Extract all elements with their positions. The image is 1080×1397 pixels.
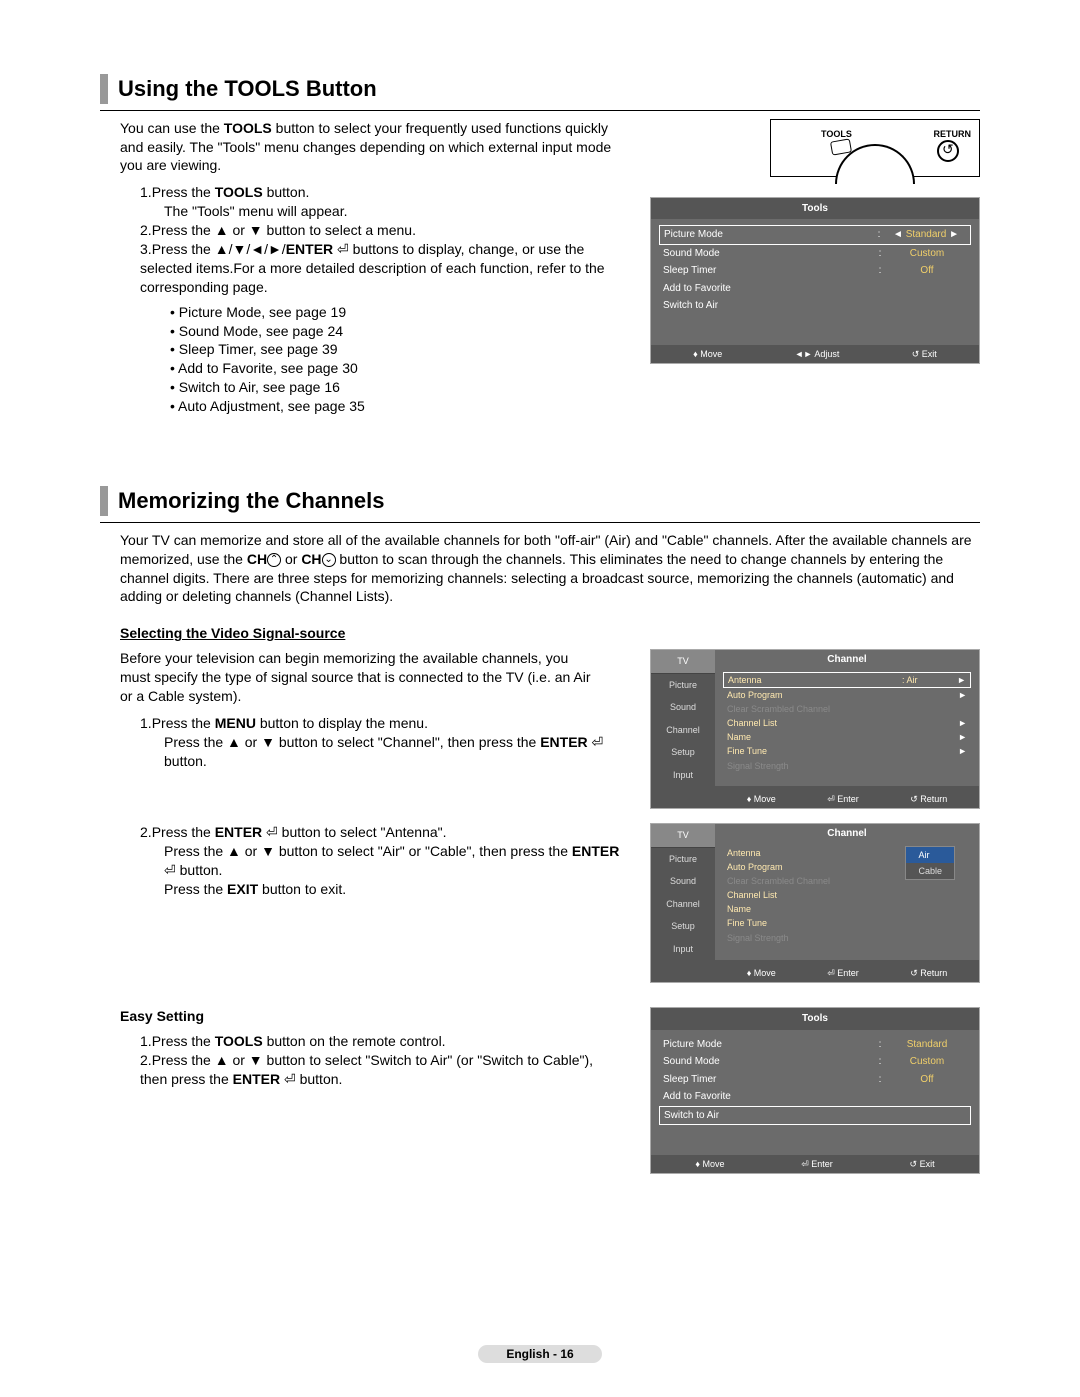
tab-tv: TV [651,650,715,674]
ch-up-icon [267,551,281,567]
channel-menu-item: Fine Tune► [723,744,971,758]
tools-menu-item: Add to Favorite [659,1088,971,1106]
osd-hint-move: ♦ Move [747,793,776,805]
tools-menu-item: Picture Mode:Standard [659,225,971,245]
page-footer: English - 16 [0,1346,1080,1362]
menu-tab: Input [651,938,715,961]
section2-title: Memorizing the Channels [100,486,980,516]
section1-title: Using the TOOLS Button [100,74,980,104]
channel-menu-item: Name [723,902,971,916]
osd-hint-return: ↺ Return [910,793,947,805]
channel-menu-item: Fine Tune [723,916,971,930]
channel-menu-item: Antenna: Air► [723,672,971,688]
tools-osd-easy-title: Tools [651,1008,979,1030]
remote-return-label: RETURN [934,128,972,140]
tools-menu-item: Sound Mode:Custom [659,245,971,263]
dropdown-option: Cable [906,863,954,879]
menu-tab: Channel [651,719,715,742]
menu-tab: Setup [651,741,715,764]
subhead-signal-source: Selecting the Video Signal-source [120,624,980,643]
menu-tab: Setup [651,915,715,938]
tools-menu-item: Add to Favorite [659,280,971,298]
tools-menu-item: Sleep Timer:Off [659,262,971,280]
tools-menu-item: Switch to Air [659,1106,971,1126]
easy-steps: 1.Press the TOOLS button on the remote c… [140,1032,620,1089]
remote-return-icon [937,140,959,162]
section2-steps2: 2.Press the ENTER button to select "Ante… [140,823,620,899]
channel-menu-item: Signal Strength [723,759,971,773]
section2-rule [100,522,980,523]
osd-hint-exit: ↺ Exit [910,1158,935,1170]
osd-hint-enter: ⏎ Enter [801,1158,833,1170]
channel-osd-2-title: Channel [715,824,979,844]
osd-hint-adjust: ◄► Adjust [795,348,840,360]
ch-down-icon [322,551,336,567]
menu-tab: Channel [651,893,715,916]
tools-menu-item: Sleep Timer:Off [659,1071,971,1089]
osd-hint-move: ♦ Move [747,967,776,979]
osd-hint-return: ↺ Return [910,967,947,979]
tools-osd-1: Tools Picture Mode:StandardSound Mode:Cu… [650,197,980,364]
channel-osd-1: TV PictureSoundChannelSetupInput Channel… [650,649,980,809]
osd-hint-enter: ⏎ Enter [827,793,859,805]
remote-diagram: TOOLS RETURN [770,119,980,177]
menu-tab: Picture [651,848,715,871]
channel-menu-item: Channel List► [723,716,971,730]
tab-tv: TV [651,824,715,848]
antenna-dropdown: AirCable [905,846,955,880]
menu-tab: Input [651,764,715,787]
osd-hint-move: ♦ Move [695,1158,724,1170]
channel-menu-item: Auto Program► [723,688,971,702]
channel-osd-1-title: Channel [715,650,979,670]
osd-hint-exit: ↺ Exit [912,348,937,360]
section1-intro: You can use the TOOLS button to select y… [120,119,620,176]
page-ref-item: • Switch to Air, see page 16 [170,378,980,397]
channel-menu-item: Clear Scrambled Channel [723,702,971,716]
osd-hint-enter: ⏎ Enter [827,967,859,979]
channel-menu-item: Name► [723,730,971,744]
channel-osd-2: TV PictureSoundChannelSetupInput Channel… [650,823,980,983]
tools-osd-easy: Tools Picture Mode:StandardSound Mode:Cu… [650,1007,980,1174]
menu-tab: Sound [651,696,715,719]
tools-menu-item: Picture Mode:Standard [659,1036,971,1054]
tools-osd-1-title: Tools [651,198,979,220]
section2-prelude: Before your television can begin memoriz… [120,649,600,706]
dropdown-option: Air [906,847,954,863]
menu-tab: Sound [651,870,715,893]
osd-hint-move: ♦ Move [693,348,722,360]
section1-rule [100,110,980,111]
tools-menu-item: Switch to Air [659,297,971,315]
channel-menu-item: Signal Strength [723,931,971,945]
section2-steps1: 1.Press the MENU button to display the m… [140,714,620,771]
section2-intro: Your TV can memorize and store all of th… [120,531,980,607]
menu-tab: Picture [651,674,715,697]
page-ref-item: • Auto Adjustment, see page 35 [170,397,980,416]
tools-menu-item: Sound Mode:Custom [659,1053,971,1071]
channel-menu-item: Channel List [723,888,971,902]
